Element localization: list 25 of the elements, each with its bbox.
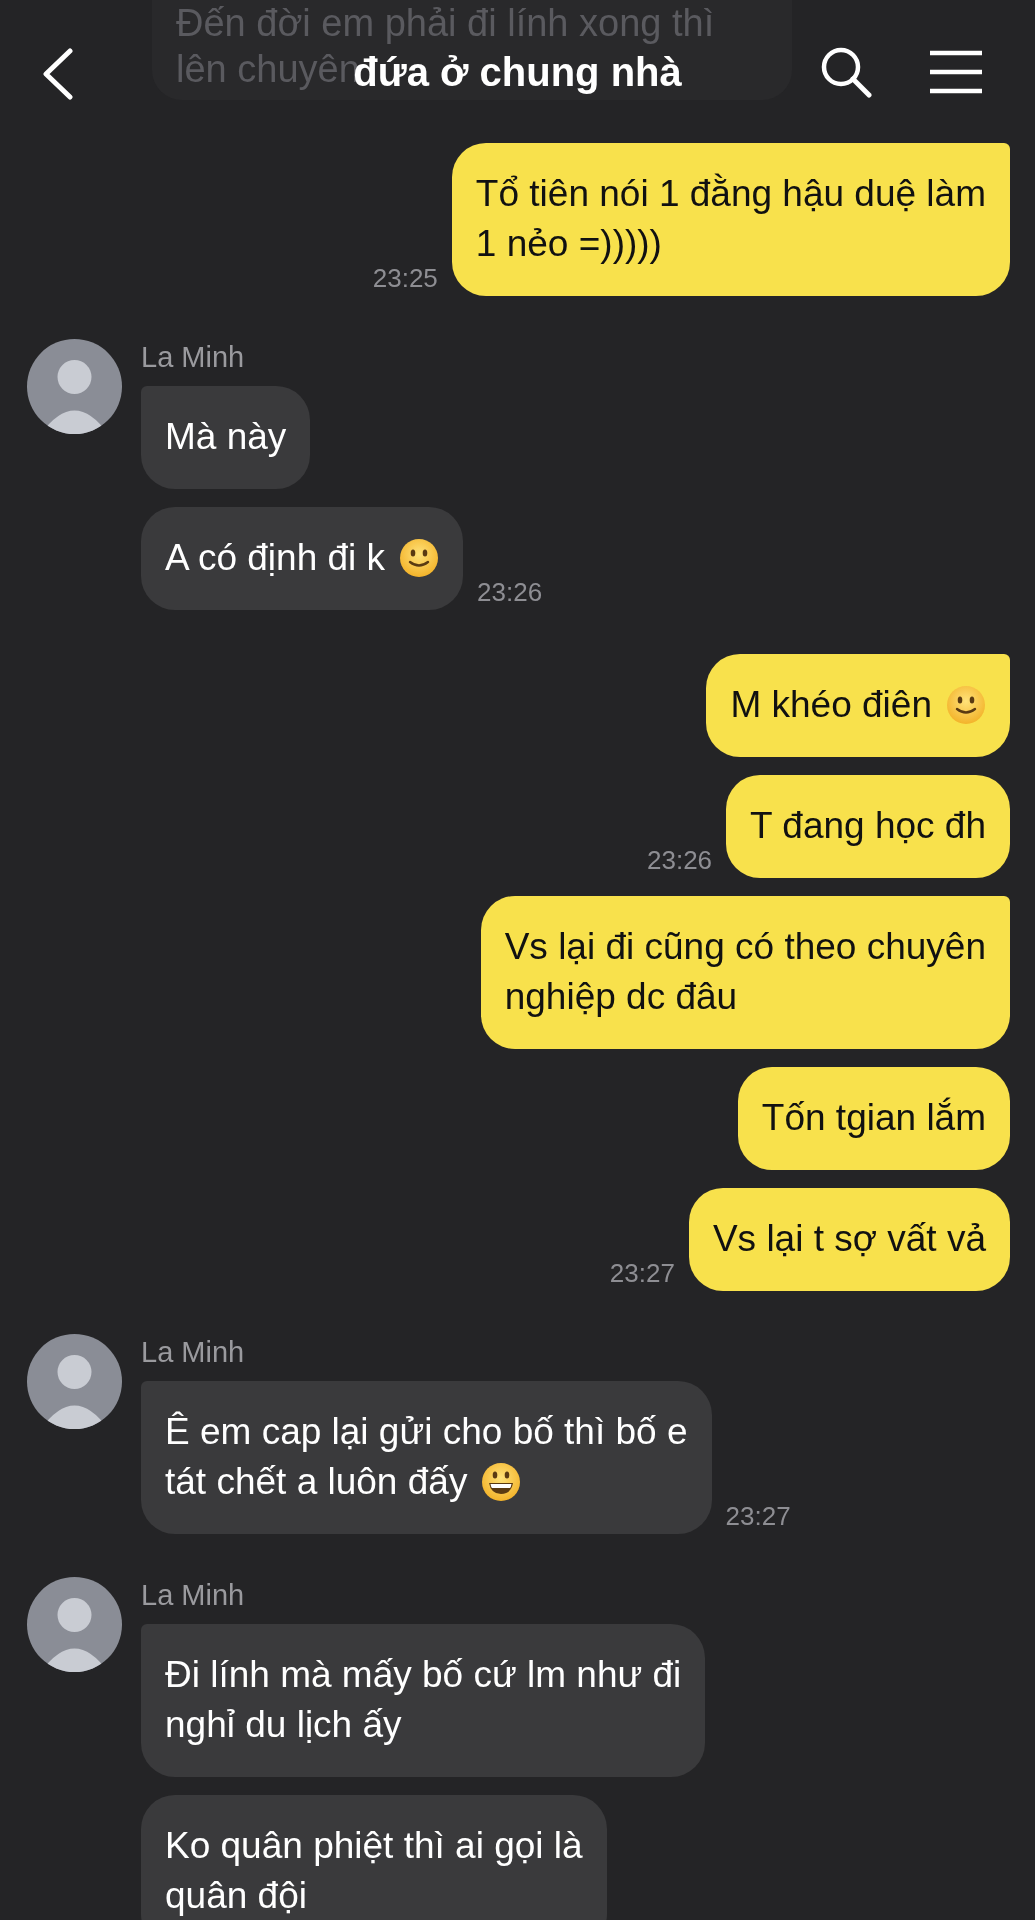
back-icon[interactable] bbox=[40, 48, 76, 100]
smiling-face-icon bbox=[946, 685, 986, 725]
menu-icon[interactable] bbox=[928, 50, 984, 94]
message-time: 23:26 bbox=[477, 577, 543, 609]
sender-name: La Minh bbox=[141, 340, 245, 374]
message-bubble: Vs lại t sợ vất vả bbox=[688, 1188, 1010, 1291]
message-time: 23:26 bbox=[647, 845, 713, 877]
message-bubble: Đi lính mà mấy bố cứ lm như đi nghỉ du lịch ấy bbox=[141, 1624, 706, 1777]
sender-name: La Minh bbox=[141, 1578, 245, 1612]
message-bubble: Ê em cap lại gửi cho bố thì bố e tát chết a luôn đấy bbox=[141, 1381, 712, 1534]
message-time: 23:25 bbox=[372, 263, 438, 295]
message-time: 23:27 bbox=[609, 1258, 675, 1290]
search-icon[interactable] bbox=[820, 46, 872, 98]
message-bubble: T đang học đh bbox=[726, 775, 1010, 878]
message-bubble: A có định đi k bbox=[141, 507, 464, 610]
message-bubble: Mà này bbox=[141, 386, 311, 489]
message-bubble: M khéo điên bbox=[706, 654, 1010, 757]
message-time: 23:27 bbox=[725, 1501, 791, 1533]
message-bubble: Tổ tiên nói 1 đằng hậu duệ làm 1 nẻo =))))) bbox=[451, 143, 1010, 296]
sender-name: La Minh bbox=[141, 1335, 245, 1369]
message-bubble: Tốn tgian lắm bbox=[737, 1067, 1010, 1170]
message-bubble: Ko quân phiệt thì ai gọi là quân đội bbox=[141, 1795, 607, 1920]
grinning-face-icon bbox=[481, 1462, 522, 1502]
smiling-face-icon bbox=[399, 538, 440, 578]
message-bubble: Vs lại đi cũng có theo chuyên nghiệp dc đâu bbox=[480, 896, 1010, 1049]
